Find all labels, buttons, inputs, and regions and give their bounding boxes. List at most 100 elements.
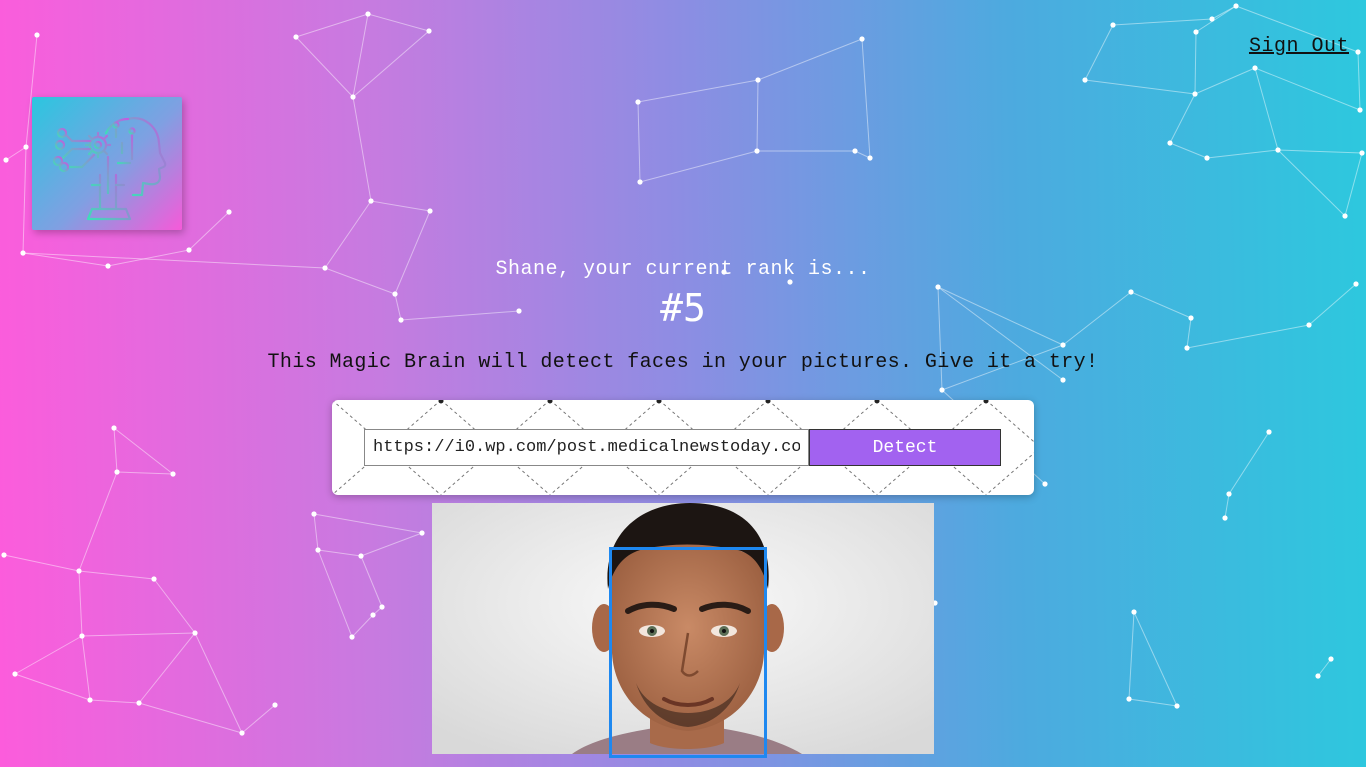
brain-circuit-head-icon bbox=[52, 117, 167, 221]
network-line bbox=[138, 702, 243, 734]
network-line bbox=[188, 211, 230, 251]
sign-out-link[interactable]: Sign Out bbox=[1249, 35, 1349, 58]
network-line bbox=[78, 570, 83, 637]
pattern-dot bbox=[874, 400, 880, 404]
network-line bbox=[1206, 149, 1279, 159]
network-node bbox=[1110, 22, 1116, 28]
network-line bbox=[1277, 149, 1346, 217]
network-node bbox=[1226, 491, 1232, 497]
network-node bbox=[637, 179, 643, 185]
network-node bbox=[239, 730, 245, 736]
network-line bbox=[637, 101, 641, 183]
app-logo[interactable] bbox=[32, 97, 182, 230]
network-line bbox=[1128, 698, 1178, 707]
network-line bbox=[1169, 93, 1196, 144]
network-node bbox=[419, 530, 425, 536]
network-node bbox=[34, 32, 40, 38]
network-node bbox=[226, 209, 232, 215]
network-node bbox=[1359, 150, 1365, 156]
network-line bbox=[370, 200, 431, 212]
network-node bbox=[755, 77, 761, 83]
network-node bbox=[1266, 429, 1272, 435]
network-node bbox=[192, 630, 198, 636]
network-line bbox=[1084, 24, 1114, 81]
network-node bbox=[1184, 345, 1190, 351]
network-node bbox=[635, 99, 641, 105]
image-url-input[interactable] bbox=[364, 429, 809, 466]
network-node bbox=[20, 250, 26, 256]
network-node bbox=[1275, 147, 1281, 153]
detected-photo bbox=[432, 503, 934, 758]
network-node bbox=[1060, 342, 1066, 348]
network-line bbox=[756, 79, 759, 152]
network-node bbox=[1315, 673, 1321, 679]
rank-intro-text: Shane, your current rank is... bbox=[495, 258, 871, 281]
face-bounding-box bbox=[609, 547, 767, 758]
network-node bbox=[111, 425, 117, 431]
network-line bbox=[352, 30, 430, 98]
detect-button[interactable]: Detect bbox=[809, 429, 1001, 466]
network-node bbox=[79, 633, 85, 639]
network-node bbox=[365, 11, 371, 17]
network-line bbox=[854, 150, 871, 159]
network-node bbox=[1126, 696, 1132, 702]
network-node bbox=[293, 34, 299, 40]
network-node bbox=[370, 612, 376, 618]
network-line bbox=[637, 79, 759, 103]
network-node bbox=[1060, 377, 1066, 383]
network-node bbox=[114, 469, 120, 475]
network-line bbox=[1254, 67, 1361, 111]
network-line bbox=[138, 632, 196, 704]
network-node bbox=[939, 387, 945, 393]
network-line bbox=[1133, 611, 1178, 707]
network-node bbox=[311, 511, 317, 517]
network-node bbox=[1233, 3, 1239, 9]
network-line bbox=[1254, 67, 1279, 151]
network-line bbox=[1211, 5, 1237, 20]
network-line bbox=[81, 635, 91, 701]
network-line bbox=[1344, 152, 1363, 217]
app-description: This Magic Brain will detect faces in yo… bbox=[267, 351, 1099, 374]
network-line bbox=[22, 146, 27, 254]
network-line bbox=[1128, 611, 1135, 700]
network-line bbox=[113, 427, 174, 475]
network-line bbox=[116, 471, 174, 475]
network-line bbox=[757, 38, 863, 81]
network-line bbox=[194, 632, 243, 734]
network-line bbox=[1317, 658, 1332, 677]
network-line bbox=[1169, 142, 1208, 159]
network-line bbox=[78, 570, 155, 580]
network-line bbox=[1194, 67, 1256, 95]
rank-value: #5 bbox=[660, 286, 706, 330]
network-line bbox=[1084, 79, 1196, 95]
network-node bbox=[1167, 140, 1173, 146]
network-line bbox=[153, 578, 196, 634]
network-line bbox=[1228, 431, 1270, 495]
network-line bbox=[1194, 31, 1197, 95]
network-line bbox=[113, 427, 118, 473]
network-line bbox=[81, 632, 196, 637]
network-line bbox=[14, 673, 91, 701]
network-node bbox=[1222, 515, 1228, 521]
network-line bbox=[1195, 5, 1237, 33]
network-node bbox=[1204, 155, 1210, 161]
network-node bbox=[186, 247, 192, 253]
network-line bbox=[241, 704, 276, 734]
network-node bbox=[350, 94, 356, 100]
network-node bbox=[315, 547, 321, 553]
pattern-dot bbox=[983, 400, 989, 404]
network-node bbox=[1328, 656, 1334, 662]
network-node bbox=[852, 148, 858, 154]
network-node bbox=[754, 148, 760, 154]
network-line bbox=[313, 513, 319, 551]
network-line bbox=[313, 513, 423, 534]
network-line bbox=[295, 36, 354, 98]
network-node bbox=[272, 702, 278, 708]
network-node bbox=[426, 28, 432, 34]
network-node bbox=[368, 198, 374, 204]
network-line bbox=[1224, 493, 1230, 519]
network-node bbox=[1355, 49, 1361, 55]
network-node bbox=[12, 671, 18, 677]
network-line bbox=[352, 13, 369, 98]
network-line bbox=[5, 146, 27, 161]
